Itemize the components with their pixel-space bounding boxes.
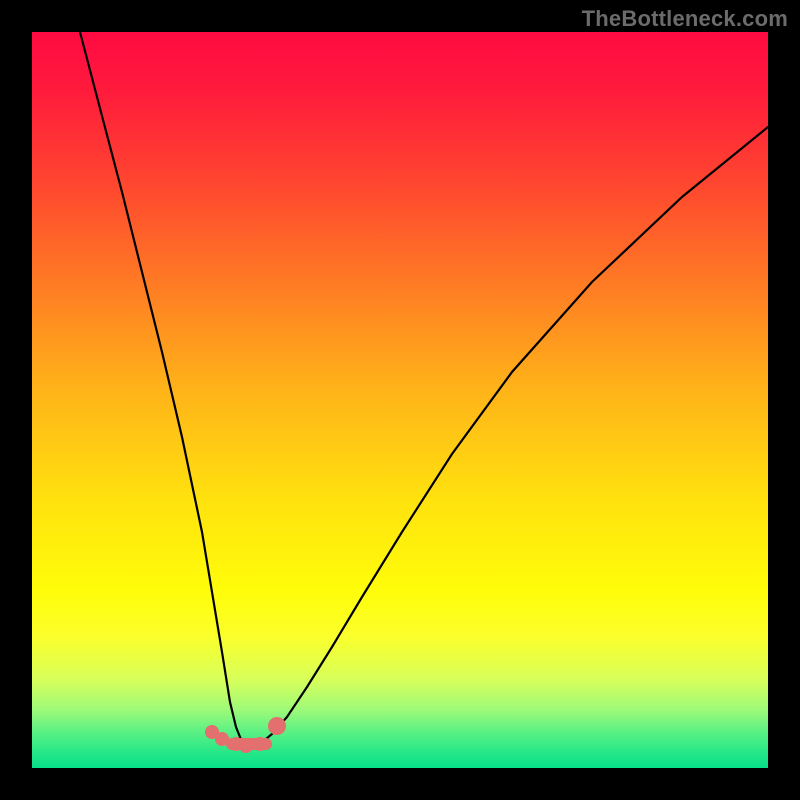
- bottleneck-curve: [80, 32, 768, 747]
- curve-dots: [205, 717, 286, 753]
- chart-plot-area: [32, 32, 768, 768]
- curve-dot: [268, 717, 286, 735]
- curve-dot: [239, 739, 253, 753]
- curve-dot: [215, 732, 229, 746]
- curve-dot: [253, 737, 267, 751]
- bottleneck-curve-svg: [32, 32, 768, 768]
- watermark-text: TheBottleneck.com: [582, 6, 788, 32]
